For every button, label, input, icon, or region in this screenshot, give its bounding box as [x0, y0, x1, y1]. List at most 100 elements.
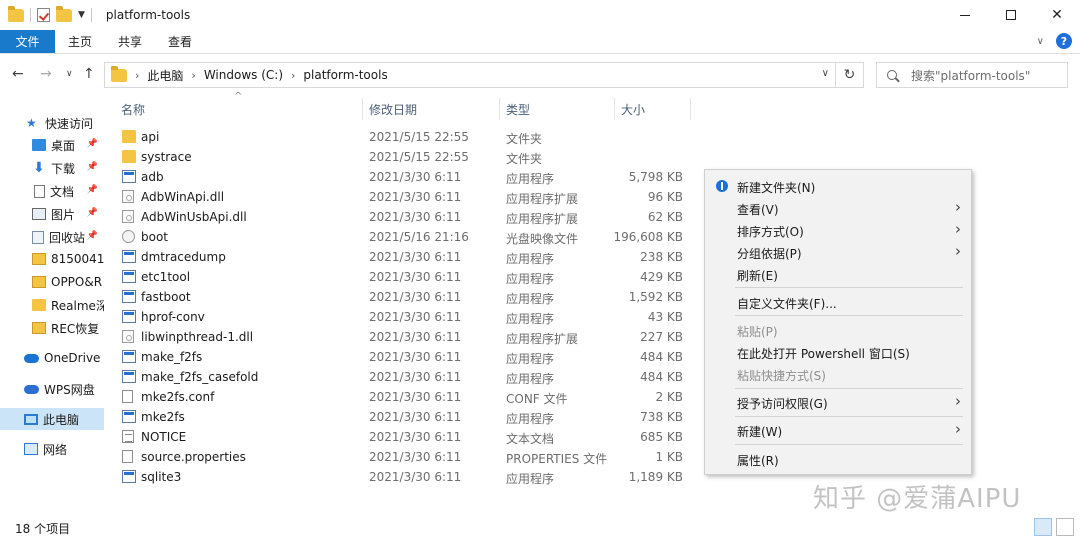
minimize-icon [960, 14, 970, 16]
up-arrow-icon[interactable]: ↑ [83, 66, 95, 82]
file-type: PROPERTIES 文件 [506, 452, 608, 466]
column-header-name[interactable]: 名称 [121, 98, 145, 120]
table-row[interactable]: AdbWinUsbApi.dll 2021/3/30 6:11 应用程序扩展 62 K… [112, 207, 692, 227]
sidebar-item-network[interactable]: 网络 [0, 438, 104, 460]
menu-divider [735, 388, 963, 389]
menu-item-customize-folder[interactable]: 自定义文件夹(F)... [705, 291, 971, 313]
table-row[interactable]: sqlite3 2021/3/30 6:11 应用程序 1,189 KB [112, 467, 692, 487]
refresh-button[interactable]: ↻ [836, 62, 864, 88]
tab-file[interactable]: 文件 [0, 30, 55, 53]
table-row[interactable]: make_f2fs_casefold 2021/3/30 6:11 应用程序 484 … [112, 367, 692, 387]
expand-ribbon-icon[interactable]: ∨ [1037, 36, 1044, 47]
watermark: 知乎 @爱蒲AIPU [813, 484, 1022, 514]
sidebar-item-wps[interactable]: WPS网盘 [0, 378, 104, 400]
sidebar-item-downloads[interactable]: ⬇ 下载 📌 [0, 157, 104, 179]
file-type: 应用程序 [506, 172, 555, 186]
file-type: 应用程序 [506, 292, 555, 306]
folder-icon [111, 65, 127, 82]
large-icons-view-icon[interactable] [1056, 518, 1074, 536]
column-header-type[interactable]: 类型 [506, 98, 530, 120]
table-row[interactable]: etc1tool 2021/3/30 6:11 应用程序 429 KB [112, 267, 692, 287]
tab-home[interactable]: 主页 [55, 30, 105, 53]
back-arrow-icon[interactable]: ← [12, 66, 24, 82]
menu-item-group[interactable]: 分组依据(P) › [705, 241, 971, 263]
sidebar-item-pictures[interactable]: 图片 📌 [0, 203, 104, 225]
close-button[interactable]: ✕ [1034, 0, 1080, 30]
menu-item-grant-access[interactable]: 授予访问权限(G) › [705, 391, 971, 413]
file-size: 1 KB [655, 450, 683, 464]
menu-item-view[interactable]: 查看(V) › [705, 197, 971, 219]
file-type: 文本文档 [506, 432, 555, 446]
menu-item-sort[interactable]: 排序方式(O) › [705, 219, 971, 241]
column-divider[interactable] [362, 98, 363, 120]
table-row[interactable]: api 2021/5/15 22:55 文件夹 [112, 127, 692, 147]
chevron-right-icon[interactable]: › [191, 69, 195, 82]
column-divider[interactable] [499, 98, 500, 120]
chevron-down-icon[interactable]: ∨ [822, 68, 829, 79]
column-divider[interactable] [614, 98, 615, 120]
sidebar-item-drive-81500416[interactable]: 81500416 [0, 248, 104, 270]
sidebar-item-onedrive[interactable]: OneDrive [0, 347, 104, 369]
help-icon[interactable]: ? [1056, 33, 1072, 49]
sidebar-item-label: Realme深 [51, 298, 104, 313]
table-row[interactable]: source.properties 2021/3/30 6:11 PROPERTIE… [112, 447, 692, 467]
menu-item-label: 新建文件夹(N) [737, 181, 816, 195]
table-row[interactable]: dmtracedump 2021/3/30 6:11 应用程序 238 KB [112, 247, 692, 267]
table-row[interactable]: libwinpthread-1.dll 2021/3/30 6:11 应用程序扩展 2… [112, 327, 692, 347]
menu-item-new[interactable]: 新建(W) › [705, 419, 971, 441]
chevron-right-icon[interactable]: › [291, 69, 295, 82]
download-icon: ⬇ [33, 160, 45, 176]
minimize-button[interactable] [942, 0, 988, 30]
address-bar[interactable]: › 此电脑 › Windows (C:) › platform-tools ∨ [104, 62, 836, 88]
menu-item-label: 刷新(E) [737, 269, 778, 283]
window-controls: ✕ [942, 0, 1080, 30]
menu-item-refresh[interactable]: 刷新(E) [705, 263, 971, 285]
menu-item-open-powershell[interactable]: 在此处打开 Powershell 窗口(S) [705, 341, 971, 363]
table-row[interactable]: adb 2021/3/30 6:11 应用程序 5,798 KB [112, 167, 692, 187]
sidebar-item-this-pc[interactable]: 此电脑 [0, 408, 104, 430]
table-row[interactable]: mke2fs.conf 2021/3/30 6:11 CONF 文件 2 KB [112, 387, 692, 407]
forward-arrow-icon[interactable]: → [40, 66, 52, 82]
table-row[interactable]: fastboot 2021/3/30 6:11 应用程序 1,592 KB [112, 287, 692, 307]
menu-item-new-folder[interactable]: 新建文件夹(N) [705, 175, 971, 197]
menu-item-properties[interactable]: 属性(R) [705, 448, 971, 470]
breadcrumb-platform-tools[interactable]: platform-tools [303, 68, 387, 82]
sidebar-item-realme[interactable]: Realme深 [0, 294, 104, 316]
search-input[interactable]: 搜索"platform-tools" [876, 62, 1068, 88]
table-row[interactable]: make_f2fs 2021/3/30 6:11 应用程序 484 KB [112, 347, 692, 367]
table-row[interactable]: NOTICE 2021/3/30 6:11 文本文档 685 KB [112, 427, 692, 447]
table-row[interactable]: hprof-conv 2021/3/30 6:11 应用程序 43 KB [112, 307, 692, 327]
properties-icon[interactable] [37, 8, 50, 22]
sidebar-item-documents[interactable]: 文档 📌 [0, 180, 104, 202]
breadcrumb-windows-c[interactable]: Windows (C:) [204, 68, 283, 82]
maximize-button[interactable] [988, 0, 1034, 30]
table-row[interactable]: boot 2021/5/16 21:16 光盘映像文件 196,608 KB [112, 227, 692, 247]
tab-share[interactable]: 共享 [105, 30, 155, 53]
column-header-size[interactable]: 大小 [621, 98, 645, 120]
breadcrumb-this-pc[interactable]: 此电脑 [147, 67, 183, 84]
sidebar-item-desktop[interactable]: 桌面 📌 [0, 134, 104, 156]
table-row[interactable]: AdbWinApi.dll 2021/3/30 6:11 应用程序扩展 96 KB [112, 187, 692, 207]
sidebar-item-rec[interactable]: REC恢复 [0, 317, 104, 339]
recent-locations-icon[interactable]: ∨ [66, 69, 73, 79]
item-count-status: 18 个项目 [15, 522, 71, 536]
context-menu: 新建文件夹(N) 查看(V) › 排序方式(O) › 分组依据(P) › 刷新(… [704, 169, 972, 475]
table-row[interactable]: mke2fs 2021/3/30 6:11 应用程序 738 KB [112, 407, 692, 427]
folder-icon [122, 150, 136, 163]
new-folder-icon[interactable] [56, 5, 72, 22]
file-date: 2021/5/16 21:16 [369, 230, 469, 244]
column-header-date[interactable]: 修改日期 [369, 98, 417, 120]
tab-view[interactable]: 查看 [155, 30, 205, 53]
sidebar-item-oppo[interactable]: OPPO&R [0, 271, 104, 293]
file-date: 2021/3/30 6:11 [369, 290, 462, 304]
sidebar-item-quick-access[interactable]: ★ 快速访问 [0, 112, 104, 134]
table-row[interactable]: systrace 2021/5/15 22:55 文件夹 [112, 147, 692, 167]
menu-item-label: 在此处打开 Powershell 窗口(S) [737, 347, 910, 361]
chevron-right-icon[interactable]: › [135, 69, 139, 82]
column-divider[interactable] [690, 98, 691, 120]
sidebar-item-recycle-bin[interactable]: 回收站 📌 [0, 226, 104, 248]
menu-item-label: 属性(R) [737, 454, 779, 468]
details-view-icon[interactable] [1034, 518, 1052, 536]
customize-toolbar-dropdown-icon[interactable]: ▼ [78, 10, 85, 20]
folder-icon[interactable] [8, 5, 24, 22]
